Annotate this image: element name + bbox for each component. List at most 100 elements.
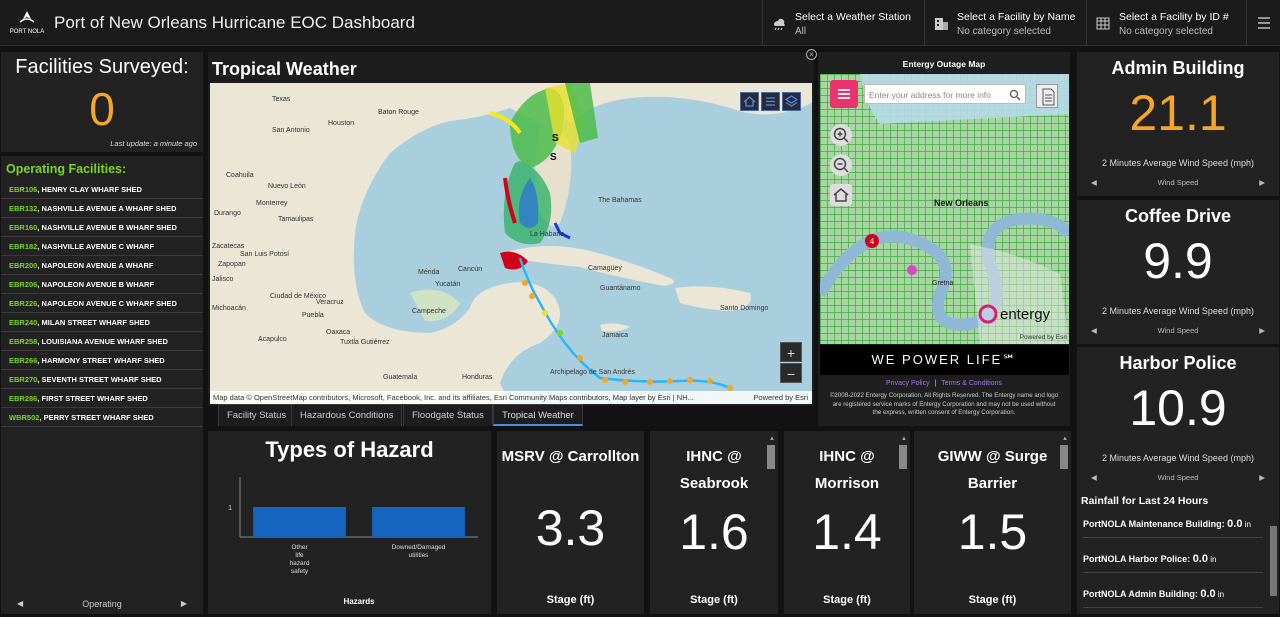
outage-menu-button[interactable]	[830, 80, 858, 108]
prev-arrow-icon[interactable]: ◀	[1091, 326, 1097, 335]
next-arrow-icon[interactable]: ▶	[1259, 326, 1265, 335]
entergy-outage-map[interactable]: 4 Enter your address for more info New O…	[820, 74, 1069, 344]
map-label: Acapulco	[258, 336, 287, 343]
prev-arrow-icon[interactable]: ◀	[1091, 473, 1097, 482]
map-label: Mérida	[418, 269, 440, 276]
map-label: Zapopan	[218, 261, 246, 268]
x-tick-label: hazard	[290, 560, 310, 567]
map-label: Jamaica	[602, 332, 629, 339]
tab-floodgate-status[interactable]: Floodgate Status	[403, 404, 493, 426]
list-item[interactable]: EBR132, NASHVILLE AVENUE A WHARF SHED	[1, 199, 203, 218]
stage-panel-ihnc-seabrook: ▲ IHNC @ Seabrook 1.6 Stage (ft)	[650, 431, 778, 614]
page-title: Port of New Orleans Hurricane EOC Dashbo…	[54, 13, 415, 32]
outage-zoom-in-button[interactable]	[830, 124, 852, 146]
map-label: San Luis Potosí	[240, 251, 290, 258]
weather-station-value: All	[795, 26, 807, 37]
zoom-in-button[interactable]: +	[780, 342, 802, 362]
list-item[interactable]: EBR240, MILAN STREET WHARF SHED	[1, 313, 203, 332]
y-tick-label: 1	[228, 505, 232, 512]
list-item[interactable]: EBR266, HARMONY STREET WHARF SHED	[1, 351, 203, 370]
hazard-chart-title: Types of Hazard	[265, 437, 434, 462]
weather-station-selector[interactable]: Select a Weather Station All	[762, 0, 924, 46]
home-icon	[833, 188, 849, 202]
stage-value: 1.5	[957, 504, 1028, 560]
wind-footer-label: Wind Speed	[1157, 178, 1199, 187]
list-item[interactable]: EBR258, LOUISIANA AVENUE WHARF SHED	[1, 332, 203, 351]
home-icon	[743, 96, 756, 107]
map-label: Monterrey	[256, 200, 288, 207]
list-item[interactable]: EBR286, FIRST STREET WHARF SHED	[1, 389, 203, 408]
stage-unit: Stage (ft)	[968, 594, 1017, 606]
scroll-up-icon[interactable]: ▲	[769, 436, 775, 442]
search-icon[interactable]	[1009, 89, 1021, 101]
stage-station-name: IHNC @ Morrison	[814, 448, 880, 492]
layers-button[interactable]	[782, 92, 801, 111]
tropical-weather-map[interactable]: S S Texas Baton Rouge Houston San Antoni…	[210, 83, 812, 404]
hamburger-menu-button[interactable]	[1246, 0, 1280, 46]
map-label: Oaxaca	[326, 329, 351, 336]
map-attribution: Map data © OpenStreetMap contributors, M…	[210, 391, 812, 404]
tab-hazardous-conditions[interactable]: Hazardous Conditions	[291, 404, 403, 426]
zoom-out-button[interactable]: −	[780, 363, 802, 383]
list-item[interactable]: EBR200, NAPOLEON AVENUE A WHARF	[1, 256, 203, 275]
map-label: Honduras	[462, 374, 493, 381]
prev-arrow-icon[interactable]: ◀	[1091, 178, 1097, 187]
x-tick-label: safety	[291, 568, 309, 575]
layers-icon	[784, 95, 799, 107]
powered-by-esri[interactable]: Powered by Esri	[753, 391, 808, 404]
scroll-up-icon[interactable]: ▲	[901, 436, 907, 442]
tropical-weather-panel: Tropical Weather S S Texas Baton Rouge H…	[208, 52, 814, 406]
map-label: Durango	[214, 210, 241, 217]
facility-id-selector[interactable]: Select a Facility by ID # No category se…	[1086, 0, 1246, 46]
list-item[interactable]: EBR160, NASHVILLE AVENUE B WHARF SHED	[1, 218, 203, 237]
wind-panel-harbor-police: Harbor Police 10.9 2 Minutes Average Win…	[1077, 347, 1279, 491]
facility-name-selector[interactable]: Select a Facility by Name No category se…	[924, 0, 1086, 46]
port-nola-logo-icon: PORT NOLA	[10, 11, 44, 35]
x-tick-label: utilities	[409, 552, 430, 559]
entergy-wordmark: entergy	[1000, 306, 1051, 323]
outage-home-button[interactable]	[830, 184, 852, 206]
scroll-up-icon[interactable]: ▲	[1062, 436, 1068, 442]
list-item[interactable]: EBR270, SEVENTH STREET WHARF SHED	[1, 370, 203, 389]
map-label: Tuxtla Gutiérrez	[340, 339, 390, 346]
next-arrow-icon[interactable]: ▶	[1259, 178, 1265, 187]
next-arrow-icon[interactable]: ▶	[181, 594, 187, 614]
terms-link[interactable]: Terms & Conditions	[941, 380, 1002, 387]
list-item[interactable]: EBR182, NASHVILLE AVENUE C WHARF	[1, 237, 203, 256]
entergy-powered-by[interactable]: Powered by Esri	[1020, 334, 1067, 341]
outage-zoom-out-button[interactable]	[830, 154, 852, 176]
link-separator: |	[934, 380, 937, 387]
list-item[interactable]: EBR226, NAPOLEON AVENUE C WHARF SHED	[1, 294, 203, 313]
tab-facility-status[interactable]: Facility Status	[218, 404, 296, 426]
map-label: Camagüey	[588, 265, 622, 272]
x-tick-label: Downed/Damaged	[392, 544, 446, 551]
map-label: Michoacán	[212, 305, 246, 312]
report-button[interactable]	[1036, 84, 1058, 108]
facility-id-value: No category selected	[1119, 26, 1213, 37]
prev-arrow-icon[interactable]: ◀	[17, 594, 23, 614]
hazard-bar-chart: 1 Otherlifehazardsafety Downed/Damagedutil…	[228, 477, 478, 606]
address-search-input[interactable]: Enter your address for more info	[864, 84, 1026, 104]
list-item[interactable]: EBR106, HENRY CLAY WHARF SHED	[1, 180, 203, 199]
hazard-bar	[253, 507, 346, 537]
facilities-surveyed-title: Facilities Surveyed:	[15, 56, 189, 78]
wind-speed-subtitle: 2 Minutes Average Wind Speed (mph)	[1102, 453, 1254, 463]
tab-tropical-weather[interactable]: Tropical Weather	[493, 404, 583, 426]
facility-id-label: Select a Facility by ID #	[1119, 11, 1229, 23]
stage-panel-msrv-carrollton: MSRV @ Carrollton 3.3 Stage (ft)	[497, 431, 644, 614]
map-label: Houston	[328, 120, 355, 127]
legend-button[interactable]	[761, 92, 780, 111]
next-arrow-icon[interactable]: ▶	[1259, 473, 1265, 482]
home-button[interactable]	[740, 92, 759, 111]
facilities-surveyed-count: 0	[89, 83, 115, 135]
privacy-policy-link[interactable]: Privacy Policy	[886, 380, 930, 387]
list-item[interactable]: WBR502, PERRY STREET WHARF SHED	[1, 408, 203, 427]
types-of-hazard-panel: Types of Hazard 1 Other life hazard safety Do…	[208, 431, 491, 614]
stage-station-name: GIWW @ Surge Barrier	[937, 448, 1048, 492]
rainfall-row: PortNOLA Maintenance Building: 0.0 in	[1083, 518, 1263, 538]
x-tick-label: life	[295, 552, 304, 559]
stage-value: 3.3	[535, 500, 606, 556]
close-icon[interactable]: ×	[806, 49, 817, 60]
rainfall-scrollbar[interactable]	[1270, 526, 1277, 596]
list-item[interactable]: EBR206, NAPOLEON AVENUE B WHARF	[1, 275, 203, 294]
